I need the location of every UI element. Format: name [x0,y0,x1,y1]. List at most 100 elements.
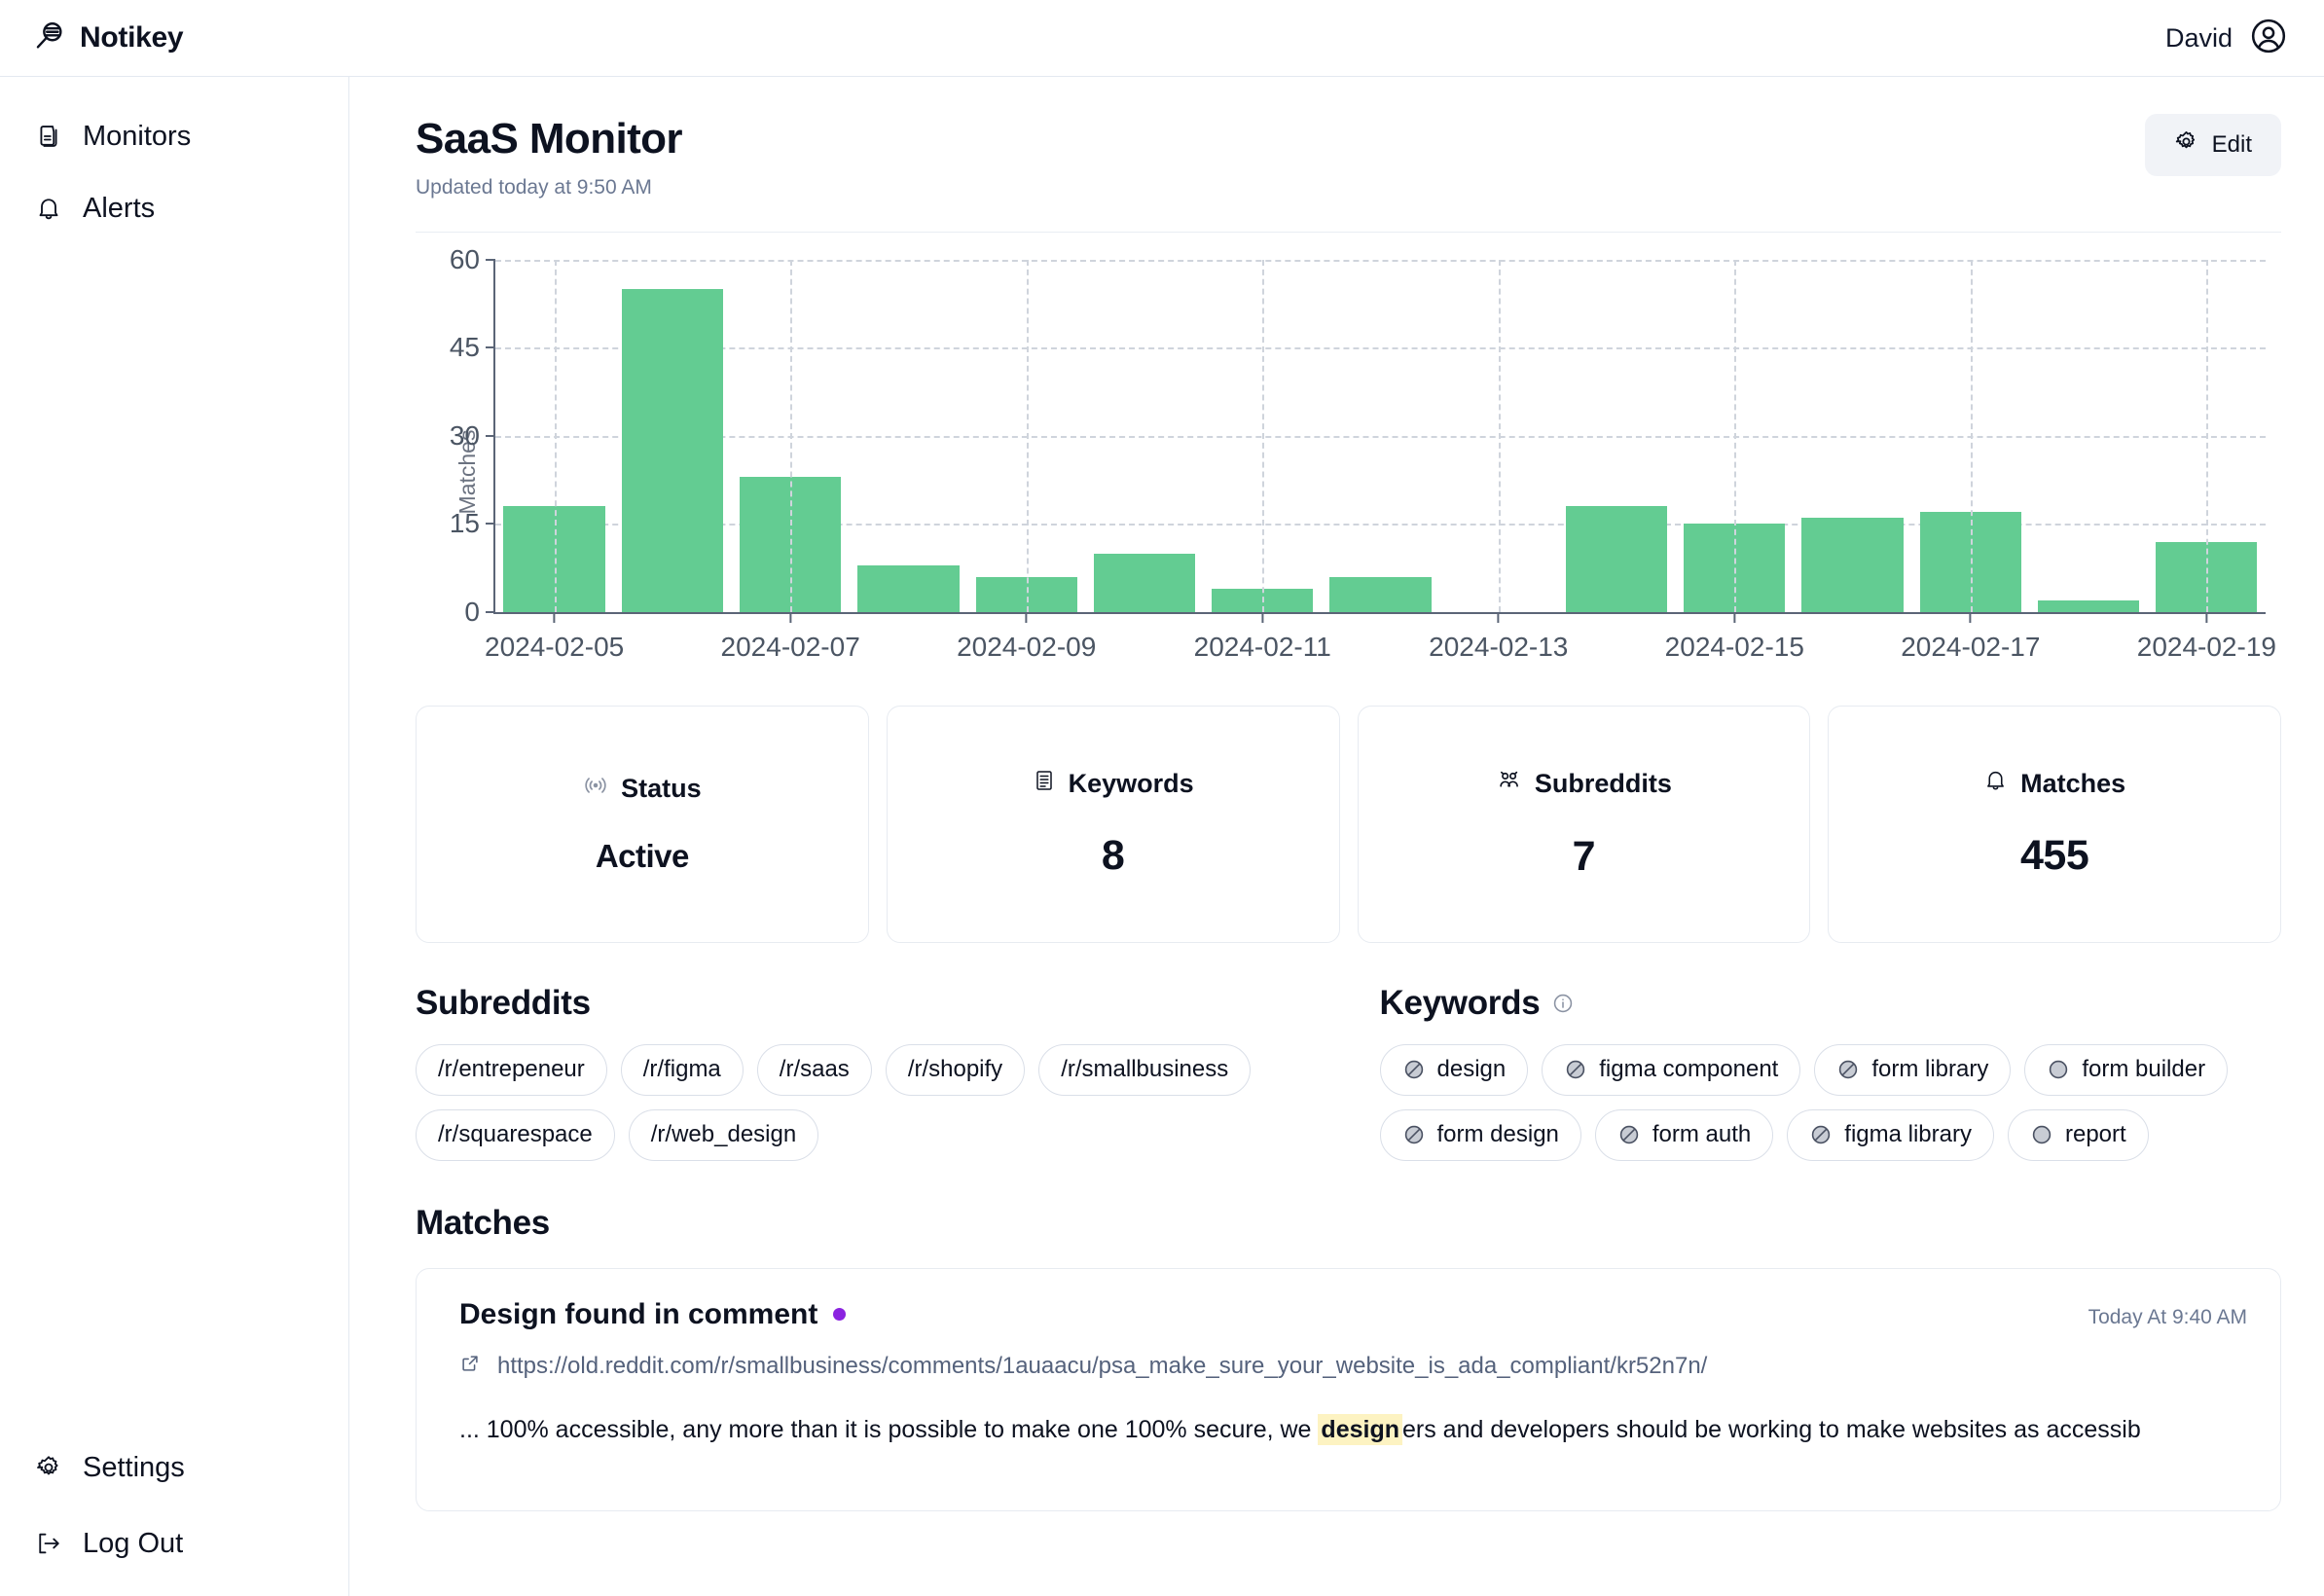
page-heading-group: SaaS Monitor Updated today at 9:50 AM [416,114,683,200]
logout-icon [33,1528,64,1559]
stat-card-header: Status [583,773,702,805]
chart-x-tick-label: 2024-02-15 [1665,612,1804,663]
subreddit-tag-label: /r/smallbusiness [1061,1055,1229,1082]
subreddit-tag-label: /r/shopify [907,1055,1003,1082]
chart-bar-cell[interactable] [613,260,731,612]
documents-icon [33,121,64,152]
stat-card-label: Subreddits [1534,768,1672,798]
chart-bar[interactable] [621,289,724,612]
stat-card-value: 455 [2020,832,2089,880]
stat-card-value: 8 [1101,831,1125,879]
chart-y-tick-label: 45 [450,332,495,363]
subreddit-tag[interactable]: /r/shopify [885,1043,1026,1096]
keyword-tag[interactable]: figma component [1542,1043,1801,1096]
match-url-text: https://old.reddit.com/r/smallbusiness/c… [497,1353,1708,1379]
sidebar-item-settings[interactable]: Settings [0,1452,348,1483]
keyword-tag-label: form design [1436,1120,1559,1147]
keyword-tag[interactable]: design [1379,1043,1529,1096]
stat-card-label: Keywords [1068,768,1194,798]
users-icon [1496,767,1522,800]
chart-bar-cell[interactable] [2029,260,2147,612]
subreddit-tag-list: /r/entrepeneur/r/figma/r/saas/r/shopify /… [416,1043,1349,1161]
bell-icon [33,193,64,224]
edit-button[interactable]: Edit [2144,114,2281,176]
chart-gridline-vertical [1734,259,1737,612]
stat-card-value: Active [595,838,690,875]
brand[interactable]: Notikey [33,19,184,57]
chart-bar-cell[interactable] [1794,260,1911,612]
subreddit-tag[interactable]: /r/saas [756,1043,872,1096]
chart-bar[interactable] [1329,576,1432,612]
matches-bar-chart: Matches 0 15 30 45 60 2024-02-05 2024-02-07 202… [416,233,2281,690]
half-circle-slash-icon [1402,1058,1426,1081]
half-circle-slash-icon [1564,1058,1587,1081]
chart-y-tick-label: 15 [450,508,495,539]
broadcast-icon [583,773,608,805]
keyword-tag-label: figma component [1599,1055,1779,1082]
subreddit-tag[interactable]: /r/entrepeneur [416,1043,607,1096]
chart-x-tick-label: 2024-02-05 [485,612,624,663]
keywords-section: Keywords design figma component form libra… [1349,984,2282,1161]
chart-bar-cell[interactable] [1557,260,1675,612]
match-excerpt-before: ... 100% accessible, any more than it is… [459,1415,1319,1443]
user-circle-icon[interactable] [2250,18,2287,59]
sidebar-item-label: Settings [83,1451,185,1483]
chart-bar[interactable] [1801,518,1904,612]
keyword-tag[interactable]: report [2007,1108,2149,1161]
stat-card-matches: Matches 455 [1828,705,2281,943]
chart-bar-cell[interactable] [850,260,967,612]
chart-x-tick-label: 2024-02-17 [1901,612,2040,663]
stat-card-label: Matches [2020,768,2126,798]
keyword-tag[interactable]: figma library [1787,1108,1994,1161]
stat-cards: Status Active Keywords 8 Subreddits 7 Ma… [416,705,2281,943]
subreddit-tag-label: /r/saas [779,1055,850,1082]
user-menu[interactable]: David [2165,18,2287,59]
subreddit-tag-label: /r/figma [642,1055,721,1082]
chart-gridline-vertical [790,259,793,612]
keyword-tag[interactable]: form builder [2024,1043,2229,1096]
sidebar-item-label: Monitors [83,120,192,152]
half-circle-slash-icon [1617,1123,1641,1146]
app-root: Notikey David Monitors Alerts Settings L… [0,0,2324,1596]
chart-bar[interactable] [1565,506,1668,612]
keyword-tag[interactable]: form design [1379,1108,1581,1161]
keyword-tag-label: form auth [1652,1120,1752,1147]
match-url-link[interactable]: https://old.reddit.com/r/smallbusiness/c… [459,1353,2247,1381]
chart-bar[interactable] [1093,553,1196,612]
chart-gridline-vertical [1970,259,1973,612]
chart-y-tick-label: 60 [450,244,495,275]
chart-bar[interactable] [857,564,960,612]
subreddit-tag[interactable]: /r/figma [620,1043,744,1096]
keyword-tag[interactable]: form library [1814,1043,2012,1096]
sidebar-bottom-nav: Settings Log Out [0,1452,348,1559]
chart-bar-cell[interactable] [1322,260,1439,612]
keyword-tag-list: design figma component form library form bu… [1379,1043,2282,1161]
match-excerpt: ... 100% accessible, any more than it is… [459,1413,2247,1445]
sidebar-item-alerts[interactable]: Alerts [0,193,348,224]
chart-bar-cell[interactable] [1085,260,1203,612]
stat-card-label: Status [621,774,702,804]
subreddit-tag-label: /r/squarespace [438,1120,593,1147]
tag-sections: Subreddits /r/entrepeneur/r/figma/r/saas… [416,984,2281,1161]
sidebar-item-logout[interactable]: Log Out [0,1528,348,1559]
match-excerpt-after: ers and developers should be working to … [1402,1415,2141,1443]
subreddit-tag-label: /r/entrepeneur [438,1055,585,1082]
keyword-tag[interactable]: form auth [1594,1108,1774,1161]
chart-bar[interactable] [2037,599,2140,612]
chart-x-tick-label: 2024-02-13 [1429,612,1568,663]
subreddit-tag-label: /r/web_design [650,1120,797,1147]
keyword-tag-label: form builder [2082,1055,2206,1082]
match-card[interactable]: Design found in comment Today At 9:40 AM… [416,1267,2281,1511]
sidebar-item-monitors[interactable]: Monitors [0,121,348,152]
subreddit-tag[interactable]: /r/squarespace [416,1108,615,1161]
match-title-row: Design found in comment [459,1298,847,1331]
chart-gridline-vertical [554,259,557,612]
gear-icon [33,1452,64,1483]
info-circle-icon[interactable] [1552,984,1574,1023]
unread-dot-icon [833,1308,847,1321]
subreddit-tag[interactable]: /r/web_design [628,1108,819,1161]
stat-card-keywords: Keywords 8 [886,705,1340,943]
brand-name: Notikey [80,21,184,54]
subreddit-tag[interactable]: /r/smallbusiness [1038,1043,1252,1096]
body-row: Monitors Alerts Settings Log Out SaaS Mo… [0,77,2324,1596]
